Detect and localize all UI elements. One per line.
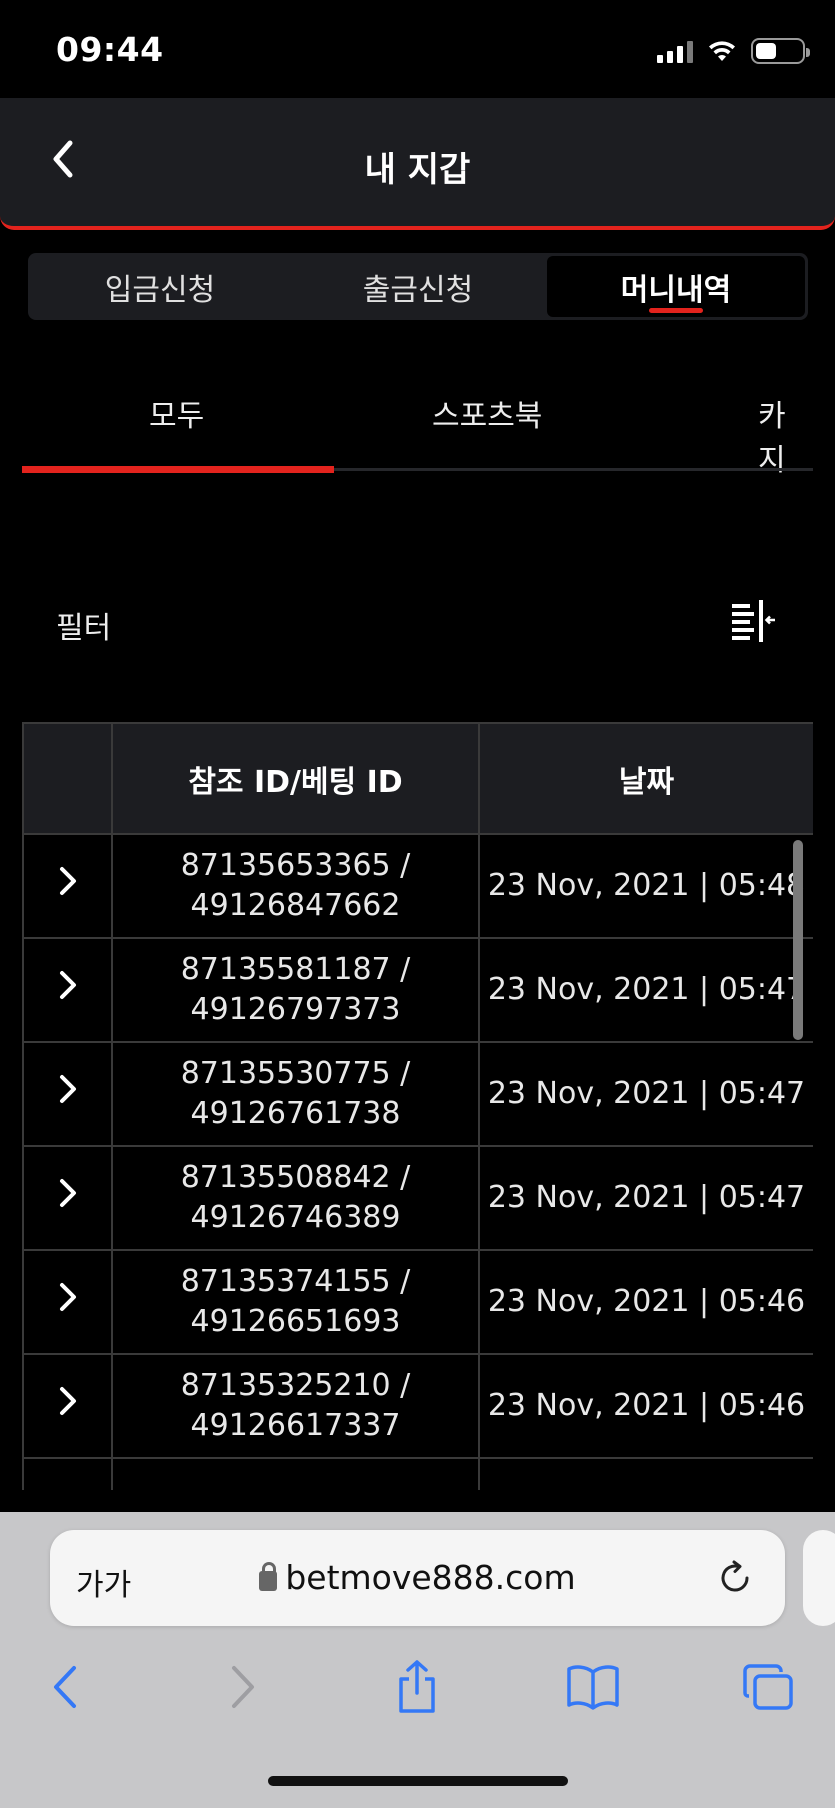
row-expand-button[interactable] [22, 1353, 113, 1459]
category-tabs: 모두 스포츠북 카지 [22, 365, 813, 478]
safari-toolbar: 가가 betmove888.com [0, 1512, 835, 1808]
ref-id: 87135581187 / [180, 952, 411, 987]
table-row[interactable]: 87135325210 / 49126617337 23 Nov, 2021 | 0… [22, 1353, 813, 1459]
date-cell: 23 Nov, 2021 | 05:47 [478, 1041, 813, 1147]
column-header-date: 날짜 [478, 722, 813, 835]
next-tab-preview[interactable] [803, 1530, 835, 1626]
chevron-right-icon [59, 970, 76, 999]
date-cell: 23 Nov, 2021 | 05:48 [478, 833, 813, 939]
segment-deposit[interactable]: 입금신청 [31, 256, 289, 317]
chevron-right-icon [59, 1178, 76, 1207]
ref-bet-id-cell: 87135508842 / 49126746389 [111, 1145, 480, 1251]
row-expand-button[interactable] [22, 1249, 113, 1355]
chevron-right-icon [59, 1490, 77, 1491]
ref-bet-id-cell: 87135325210 / 49126617337 [111, 1353, 480, 1459]
chevron-right-icon [59, 1386, 76, 1415]
chevron-left-icon [54, 1666, 76, 1708]
page-header: 내 지갑 [0, 98, 835, 230]
segment-label: 출금신청 [362, 272, 474, 308]
active-tab-indicator [22, 466, 334, 473]
ref-bet-id-cell: 87135581187 / 49126797373 [111, 937, 480, 1043]
browser-back-button[interactable] [30, 1652, 100, 1722]
bet-id: 49126746389 [190, 1200, 401, 1235]
segment-withdraw[interactable]: 출금신청 [289, 256, 547, 317]
reload-button[interactable] [713, 1556, 757, 1600]
browser-nav-toolbar [0, 1652, 835, 1732]
wifi-icon [709, 41, 735, 61]
ref-bet-id-cell: 87135530775 / 49126761738 [111, 1041, 480, 1147]
lock-icon [259, 1562, 278, 1591]
date-cell: 23 Nov, 2021 | 05:47 [478, 1145, 813, 1251]
active-segment-indicator [649, 308, 703, 313]
filter-panel-icon [732, 600, 775, 642]
share-button[interactable] [382, 1652, 452, 1722]
ref-id: 87135508842 / [180, 1160, 411, 1195]
wallet-segmented-control: 입금신청 출금신청 머니내역 [28, 253, 808, 320]
segment-label: 머니내역 [620, 272, 732, 308]
bookmarks-button[interactable] [558, 1652, 628, 1722]
table-row[interactable]: 87135581187 / 49126797373 23 Nov, 2021 | 0… [22, 937, 813, 1043]
status-bar: 09:44 [0, 0, 835, 98]
ref-id: 87135325210 / [180, 1368, 411, 1403]
ref-id: 87135374155 / [180, 1264, 411, 1299]
book-icon [567, 1665, 619, 1710]
chevron-right-icon [59, 866, 76, 895]
tab-sportsbook[interactable]: 스포츠북 [432, 391, 542, 435]
address-bar[interactable]: 가가 betmove888.com [50, 1530, 785, 1626]
date-cell [478, 1457, 813, 1490]
share-icon [399, 1660, 435, 1713]
home-indicator [268, 1776, 568, 1786]
segment-money-history[interactable]: 머니내역 [547, 256, 805, 317]
browser-forward-button[interactable] [208, 1652, 278, 1722]
column-header-expand [22, 722, 113, 835]
tab-casino[interactable]: 카지 [758, 391, 813, 479]
bet-id: 49126761738 [190, 1096, 401, 1131]
table-row[interactable]: 87135303764 / [22, 1457, 813, 1491]
row-expand-button[interactable] [22, 937, 113, 1043]
bet-id: 49126797373 [190, 992, 401, 1027]
url-display[interactable]: betmove888.com [50, 1558, 785, 1597]
date-cell: 23 Nov, 2021 | 05:47 [478, 937, 813, 1043]
bet-id: 49126617337 [190, 1408, 401, 1443]
reload-icon [721, 1560, 749, 1592]
table-row[interactable]: 87135530775 / 49126761738 23 Nov, 2021 | 0… [22, 1041, 813, 1147]
status-time: 09:44 [56, 30, 164, 69]
row-expand-button[interactable] [22, 833, 113, 939]
segment-label: 입금신청 [104, 272, 216, 308]
status-icons [657, 36, 810, 66]
row-expand-button[interactable] [22, 1041, 113, 1147]
table-row[interactable]: 87135508842 / 49126746389 23 Nov, 2021 | 0… [22, 1145, 813, 1251]
page-title: 내 지갑 [364, 150, 471, 190]
filter-label: 필터 [56, 611, 112, 646]
bet-id: 49126651693 [190, 1304, 401, 1339]
chevron-right-icon [59, 1282, 76, 1311]
table-row[interactable]: 87135374155 / 49126651693 23 Nov, 2021 | 0… [22, 1249, 813, 1355]
tabs-icon [743, 1664, 793, 1710]
bet-id: 49126847662 [190, 888, 401, 923]
tabs-button[interactable] [733, 1652, 803, 1722]
date-cell: 23 Nov, 2021 | 05:46 [478, 1249, 813, 1355]
table-scrollbar[interactable] [793, 840, 803, 1040]
ref-bet-id-cell: 87135374155 / 49126651693 [111, 1249, 480, 1355]
ref-id: 87135653365 / [180, 848, 411, 883]
filter-toggle-button[interactable] [728, 598, 778, 642]
table-header-row: 참조 ID/베팅 ID 날짜 [22, 722, 813, 835]
battery-icon [751, 38, 810, 64]
row-expand-button[interactable] [22, 1145, 113, 1251]
table-row[interactable]: 87135653365 / 49126847662 23 Nov, 2021 | 0… [22, 833, 813, 939]
chevron-right-icon [59, 1074, 76, 1103]
url-text: betmove888.com [285, 1558, 576, 1597]
cellular-signal-icon [657, 39, 693, 63]
row-expand-button[interactable] [22, 1457, 113, 1491]
ref-bet-id-cell: 87135653365 / 49126847662 [111, 833, 480, 939]
date-cell: 23 Nov, 2021 | 05:46 [478, 1353, 813, 1459]
tab-all[interactable]: 모두 [149, 391, 204, 435]
chevron-right-icon [232, 1666, 254, 1708]
ref-bet-id-cell: 87135303764 / [111, 1457, 480, 1490]
ref-id: 87135530775 / [180, 1056, 411, 1091]
history-table: 참조 ID/베팅 ID 날짜 87135653365 / 49126847662 2… [22, 722, 813, 1490]
history-table-container: 참조 ID/베팅 ID 날짜 87135653365 / 49126847662 2… [22, 722, 813, 1490]
column-header-ref-id: 참조 ID/베팅 ID [111, 722, 480, 835]
